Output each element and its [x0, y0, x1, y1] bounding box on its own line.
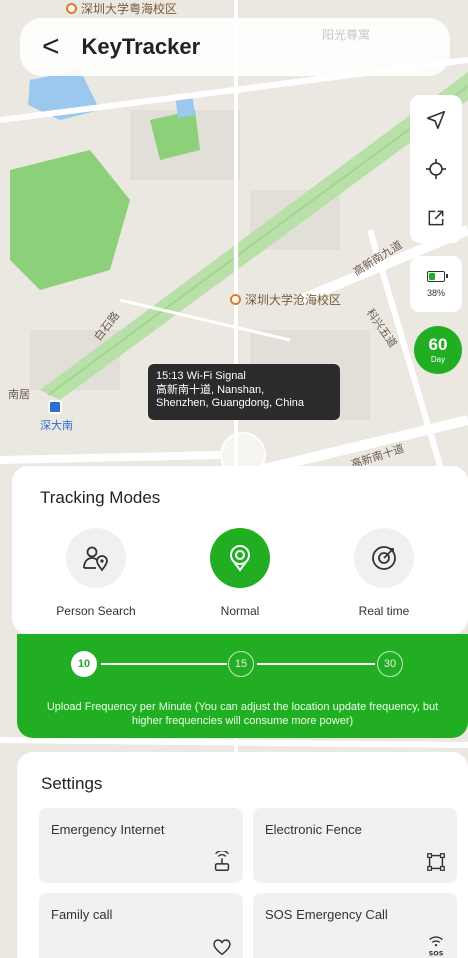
frequency-stop-30[interactable]: 30: [377, 651, 403, 677]
person-search-icon: [66, 528, 126, 588]
locate-button[interactable]: [416, 149, 456, 189]
external-share-icon: [428, 210, 444, 226]
mode-label-real-time: Real time: [358, 604, 410, 618]
map-poi-top[interactable]: 深圳大学粤海校区: [66, 0, 177, 17]
setting-sos-call[interactable]: SOS Emergency Call SOS: [253, 893, 457, 958]
slider-segment: [257, 663, 375, 665]
wifi-router-icon: [211, 851, 233, 873]
header-faint-label: 阳光尊寓: [321, 28, 370, 42]
poi-marker-icon: [230, 294, 241, 305]
tracking-modes-title: Tracking Modes: [40, 488, 161, 507]
settings-title: Settings: [41, 774, 103, 793]
navigate-button[interactable]: [416, 100, 456, 140]
mode-real-time[interactable]: Real time: [319, 528, 449, 618]
frequency-stop-15[interactable]: 15: [228, 651, 254, 677]
setting-electronic-fence[interactable]: Electronic Fence: [253, 808, 457, 883]
realtime-target-icon: [354, 528, 414, 588]
app-header: < KeyTracker 阳光尊寓: [20, 18, 450, 76]
metro-station-icon[interactable]: [48, 400, 62, 414]
svg-text:SOS: SOS: [429, 949, 444, 957]
setting-label: Emergency Internet: [51, 822, 165, 837]
battery-indicator: 38%: [410, 256, 462, 312]
day-badge[interactable]: 60 Day: [414, 326, 462, 374]
sos-signal-icon: SOS: [425, 936, 447, 958]
page-title: KeyTracker: [81, 34, 201, 59]
slider-segment: [101, 663, 227, 665]
normal-location-icon: [210, 528, 270, 588]
popup-line-2: 高新南十道, Nanshan,: [156, 383, 265, 396]
setting-label: SOS Emergency Call: [265, 907, 388, 922]
popup-line-1: 15:13 Wi-Fi Signal: [156, 370, 246, 382]
setting-emergency-internet[interactable]: Emergency Internet: [39, 808, 243, 883]
poi-main-label: 深圳大学沧海校区: [245, 293, 342, 307]
battery-icon: [427, 270, 448, 282]
location-popup[interactable]: 15:13 Wi-Fi Signal 高新南十道, Nanshan, Shenz…: [148, 364, 340, 420]
poi-top-label: 深圳大学粤海校区: [81, 2, 178, 16]
day-number: 60: [428, 335, 448, 354]
frequency-note: Upload Frequency per Minute (You can adj…: [46, 701, 439, 727]
tracking-modes-card: Tracking Modes Person Search Normal Real…: [12, 466, 468, 634]
battery-percent: 38%: [426, 287, 445, 298]
map-label-left: 南居: [8, 389, 30, 401]
day-label: Day: [430, 355, 446, 364]
setting-label: Electronic Fence: [265, 822, 362, 837]
metro-station-label: 深大南: [40, 420, 73, 432]
modes-row: Person Search Normal Real time: [24, 528, 456, 618]
fence-square-icon: [425, 851, 447, 873]
setting-family-call[interactable]: Family call: [39, 893, 243, 958]
settings-card: Settings Emergency Internet Electronic F…: [17, 752, 468, 958]
back-button[interactable]: <: [42, 32, 60, 62]
upload-frequency-panel: 10 15 30 Upload Frequency per Minute (Yo…: [17, 634, 468, 738]
frequency-stop-10[interactable]: 10: [71, 651, 97, 677]
mode-label-person-search: Person Search: [56, 604, 136, 618]
map-control-stack: [410, 95, 462, 243]
map-poi-main[interactable]: 深圳大学沧海校区: [230, 291, 341, 308]
heart-icon: [211, 936, 233, 958]
popup-line-3: Shenzhen, Guangdong, China: [156, 397, 305, 409]
crosshair-icon: [425, 158, 447, 180]
share-button[interactable]: [416, 198, 456, 238]
mode-person-search[interactable]: Person Search: [31, 528, 161, 618]
poi-marker-icon: [66, 3, 77, 14]
navigation-arrow-icon: [426, 110, 446, 129]
setting-label: Family call: [51, 907, 113, 922]
frequency-slider[interactable]: 10 15 30: [71, 650, 414, 678]
mode-normal[interactable]: Normal: [175, 528, 305, 618]
settings-grid: Emergency Internet Electronic Fence Fami…: [39, 808, 457, 958]
mode-label-normal: Normal: [220, 604, 260, 618]
